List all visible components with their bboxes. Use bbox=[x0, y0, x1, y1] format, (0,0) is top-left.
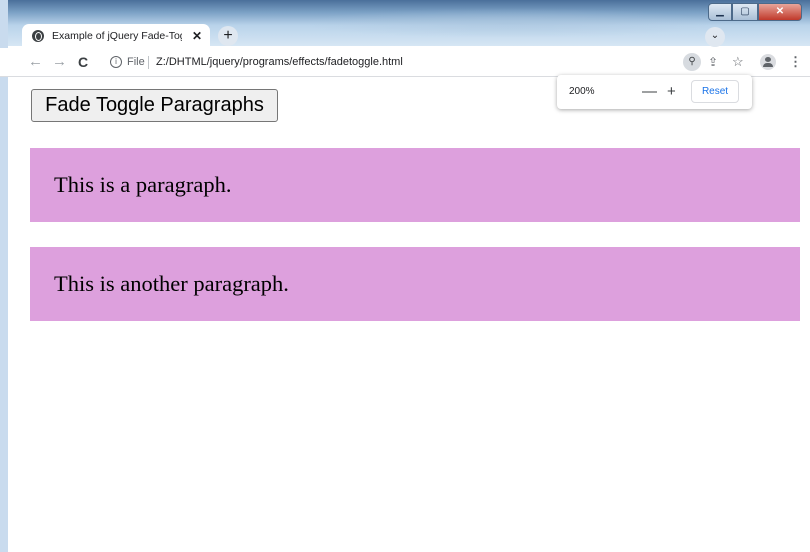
maximize-button[interactable]: ▢ bbox=[732, 3, 758, 21]
file-label: File bbox=[127, 56, 145, 68]
zoom-reset-button[interactable]: Reset bbox=[691, 80, 739, 103]
window-controls: ▁ ▢ ✕ bbox=[708, 3, 802, 21]
fade-toggle-button[interactable]: Fade Toggle Paragraphs bbox=[31, 89, 278, 122]
reload-icon[interactable]: C bbox=[78, 48, 88, 76]
info-icon[interactable]: i bbox=[110, 56, 122, 68]
paragraph-2: This is another paragraph. bbox=[30, 247, 800, 321]
minimize-button[interactable]: ▁ bbox=[708, 3, 732, 21]
page-content: Fade Toggle Paragraphs This is a paragra… bbox=[8, 77, 810, 552]
zoom-popup: 200% — + Reset bbox=[557, 75, 752, 109]
window-border bbox=[0, 0, 8, 552]
divider bbox=[148, 56, 149, 69]
zoom-in-button[interactable]: + bbox=[667, 75, 676, 109]
globe-icon bbox=[32, 30, 44, 42]
zoom-level: 200% bbox=[569, 86, 595, 97]
profile-icon[interactable] bbox=[760, 54, 776, 70]
menu-icon[interactable]: ⋮ bbox=[789, 48, 802, 76]
title-bar: Example of jQuery Fade-Toggle E ✕ + ⌄ ▁ … bbox=[0, 0, 810, 48]
zoom-icon[interactable]: ⚲ bbox=[683, 53, 701, 71]
address-toolbar: ← → C i File Z:/DHTML/jquery/programs/ef… bbox=[0, 48, 810, 77]
paragraph-1: This is a paragraph. bbox=[30, 148, 800, 222]
bookmark-star-icon[interactable]: ☆ bbox=[732, 48, 744, 76]
browser-window: Example of jQuery Fade-Toggle E ✕ + ⌄ ▁ … bbox=[0, 0, 810, 552]
forward-arrow-icon[interactable]: → bbox=[52, 48, 67, 76]
tab-title: Example of jQuery Fade-Toggle E bbox=[52, 30, 182, 42]
address-bar[interactable]: Z:/DHTML/jquery/programs/effects/fadetog… bbox=[156, 48, 403, 76]
close-icon[interactable]: ✕ bbox=[192, 29, 202, 43]
window-close-button[interactable]: ✕ bbox=[758, 3, 802, 21]
title-bar-glass bbox=[300, 8, 720, 38]
chevron-down-icon[interactable]: ⌄ bbox=[705, 27, 725, 47]
zoom-out-button[interactable]: — bbox=[642, 75, 657, 109]
share-icon[interactable]: ⇪ bbox=[708, 48, 718, 76]
new-tab-button[interactable]: + bbox=[218, 26, 238, 46]
back-arrow-icon[interactable]: ← bbox=[28, 48, 43, 76]
tab-active[interactable]: Example of jQuery Fade-Toggle E ✕ bbox=[22, 24, 210, 48]
